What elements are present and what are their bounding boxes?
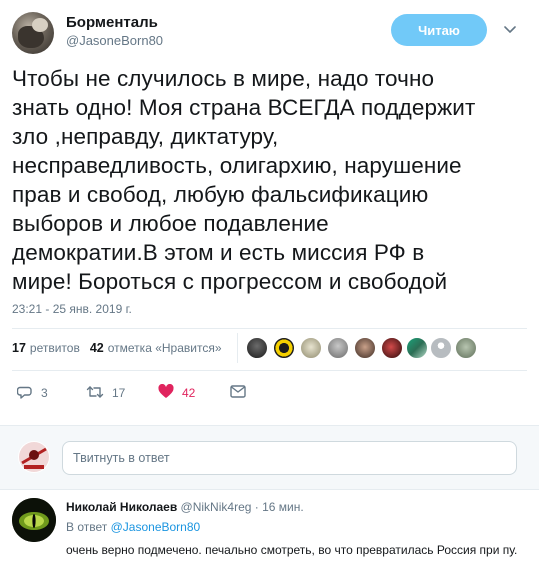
- likes-count[interactable]: 42: [90, 341, 104, 355]
- tweet-timestamp[interactable]: 23:21 - 25 янв. 2019 г.: [12, 302, 132, 316]
- liker-avatar[interactable]: [273, 337, 295, 359]
- divider: [12, 370, 527, 371]
- chevron-down-icon[interactable]: [500, 20, 520, 40]
- in-reply-prefix: В ответ: [66, 520, 108, 534]
- reply-action[interactable]: 3: [16, 381, 48, 405]
- reply-separator: ·: [254, 500, 259, 514]
- reply-author-avatar[interactable]: [12, 498, 56, 542]
- main-tweet: Борменталь @JasoneBorn80 Читаю Чтобы не …: [0, 0, 539, 430]
- liker-avatar[interactable]: [406, 337, 428, 359]
- liker-avatar[interactable]: [246, 337, 268, 359]
- liker-avatar[interactable]: [300, 337, 322, 359]
- liker-avatar[interactable]: [430, 337, 452, 359]
- user-avatar[interactable]: [18, 441, 50, 473]
- divider: [12, 328, 527, 329]
- tweet-text: Чтобы не случилось в мире, надо точно зн…: [12, 66, 476, 294]
- author-name[interactable]: Борменталь: [66, 14, 158, 31]
- reply-time[interactable]: 16 мин.: [262, 500, 304, 514]
- envelope-icon[interactable]: [230, 385, 246, 401]
- like-count: 42: [182, 386, 196, 400]
- liker-avatar[interactable]: [455, 337, 477, 359]
- liker-avatar[interactable]: [327, 337, 349, 359]
- direct-message-action[interactable]: [230, 381, 246, 405]
- like-action[interactable]: 42: [158, 381, 195, 405]
- reply-count: 3: [41, 386, 48, 400]
- reply-header: Николай Николаев @NikNik4reg · 16 мин.: [66, 500, 304, 514]
- reply-author-name[interactable]: Николай Николаев: [66, 500, 177, 514]
- heart-icon[interactable]: [158, 383, 174, 402]
- reply-text: очень верно подмечено. печально смотреть…: [66, 543, 518, 557]
- author-handle[interactable]: @JasoneBorn80: [66, 33, 163, 48]
- reply-tweet: Николай Николаев @NikNik4reg · 16 мин. В…: [0, 490, 539, 578]
- likes-label[interactable]: отметка «Нравится»: [108, 341, 222, 355]
- liker-avatar[interactable]: [381, 337, 403, 359]
- follow-button[interactable]: Читаю: [391, 14, 487, 46]
- in-reply-handle-link[interactable]: @JasoneBorn80: [111, 520, 201, 534]
- reply-icon[interactable]: [16, 384, 33, 403]
- reply-composer: Твитнуть в ответ: [0, 425, 539, 490]
- retweets-count[interactable]: 17: [12, 341, 26, 355]
- tweet-stats: 17 ретвитов 42 отметка «Нравится»: [12, 336, 222, 360]
- in-reply-to: В ответ @JasoneBorn80: [66, 520, 200, 534]
- divider: [237, 333, 238, 363]
- reply-input[interactable]: Твитнуть в ответ: [62, 441, 517, 475]
- reply-author-handle[interactable]: @NikNik4reg: [181, 500, 252, 514]
- retweet-count: 17: [112, 386, 126, 400]
- tweet-actions: 3 17 42: [0, 381, 300, 405]
- author-avatar[interactable]: [12, 12, 54, 54]
- retweet-action[interactable]: 17: [86, 381, 125, 405]
- liker-avatar[interactable]: [354, 337, 376, 359]
- retweet-icon[interactable]: [86, 384, 104, 403]
- retweets-label[interactable]: ретвитов: [30, 341, 80, 355]
